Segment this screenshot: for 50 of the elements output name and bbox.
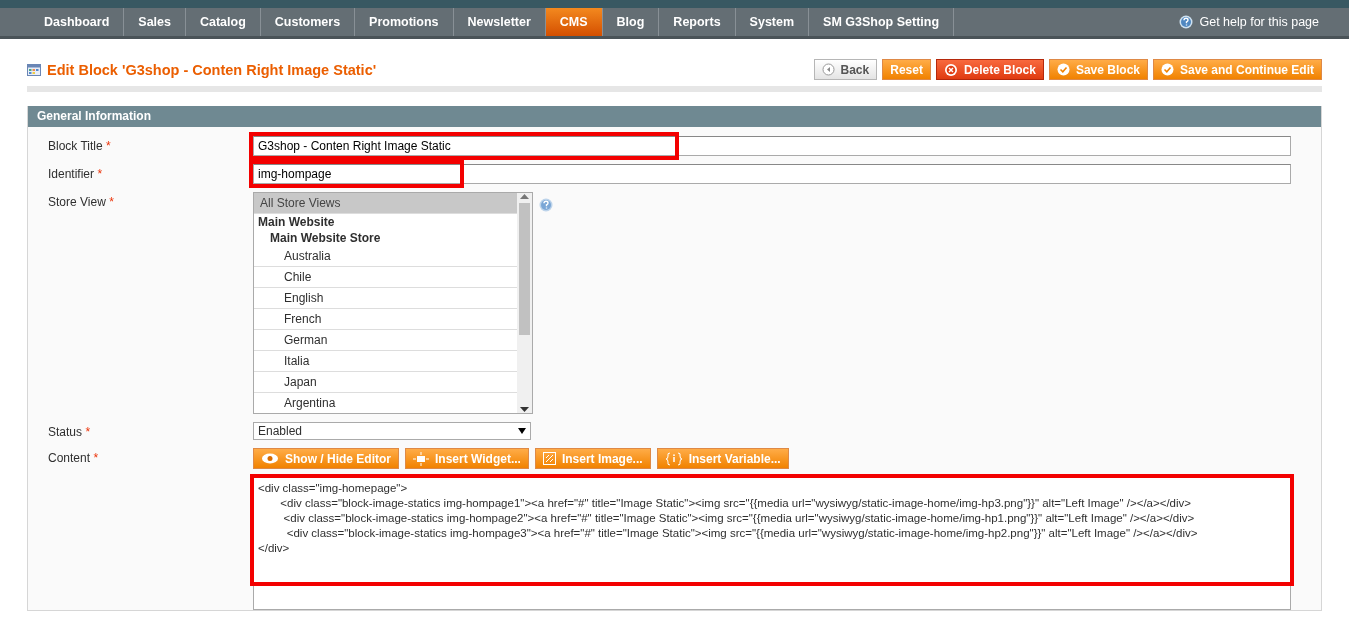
down-arrow-icon[interactable] bbox=[520, 407, 529, 413]
dropdown-arrow-icon bbox=[518, 428, 526, 434]
list-option[interactable]: Japan bbox=[254, 372, 517, 393]
image-icon bbox=[542, 452, 556, 465]
help-icon bbox=[1179, 15, 1194, 29]
field-label: Store View * bbox=[48, 194, 115, 209]
action-button[interactable]: Delete Block bbox=[935, 59, 1044, 80]
help-icon bbox=[539, 198, 553, 212]
store-view-list[interactable]: All Store Views Main Website Main Website Store Australia Chile English French German Italia Japan Argentina bbox=[253, 192, 533, 414]
braces-icon bbox=[664, 451, 683, 466]
section-header: General Information bbox=[28, 106, 1321, 127]
scrollbar[interactable] bbox=[517, 193, 532, 413]
up-arrow-icon[interactable] bbox=[520, 193, 529, 199]
menu-tab[interactable]: Customers bbox=[260, 8, 356, 36]
text-field[interactable]: img-hompage bbox=[253, 164, 1291, 184]
list-option[interactable]: English bbox=[254, 288, 517, 309]
field-label: Content * bbox=[48, 450, 100, 465]
widget-icon bbox=[413, 451, 429, 466]
list-option[interactable]: German bbox=[254, 330, 517, 351]
eye-icon bbox=[261, 453, 279, 464]
list-option[interactable]: Main Website Store bbox=[254, 230, 517, 246]
content-editor[interactable]: <div class="img-homepage"> <div class="block-image-statics img-hompage1"><a href="#" title="Image Static"><img src="{{media url="wysiwyg/static-image-home/img-hp3.png"}}" alt="Left Image" /></a></div> <div class="block-image-statics img-hompage2"><a href="#" title="Image Static"><img src="{{media url="wysiwyg/static-image-home/img-hp1.png"}}" alt="Left Image" /></a></div> <div class="block-image-statics img-hompage3"><a href="#" title="Image Static"><img src="{{media url="wysiwyg/static-image-home/img-hp2.png"}}" alt="Left Image" /></a></div> </div> bbox=[253, 477, 1291, 610]
menu-tab[interactable]: Sales bbox=[124, 8, 186, 36]
list-option[interactable]: Australia bbox=[254, 246, 517, 267]
menu-tab[interactable]: SM G3Shop Setting bbox=[809, 8, 955, 36]
menu-tab[interactable]: Promotions bbox=[355, 8, 454, 36]
field-label: Status * bbox=[48, 424, 92, 439]
field-label: Identifier * bbox=[48, 166, 104, 181]
list-option[interactable]: French bbox=[254, 309, 517, 330]
list-option[interactable]: All Store Views bbox=[254, 193, 517, 214]
menu-tab[interactable]: Catalog bbox=[185, 8, 261, 36]
status-select[interactable]: Enabled bbox=[253, 422, 531, 440]
menu-tab[interactable]: Newsletter bbox=[453, 8, 546, 36]
grid-icon bbox=[27, 63, 41, 76]
check-icon bbox=[1056, 63, 1070, 76]
list-option[interactable]: Italia bbox=[254, 351, 517, 372]
help-link[interactable]: Get help for this page bbox=[1199, 15, 1319, 29]
list-option[interactable]: Main Website bbox=[254, 214, 517, 230]
field-label: Block Title * bbox=[48, 138, 112, 153]
menu-tab[interactable]: System bbox=[735, 8, 810, 36]
menu-tab[interactable]: Reports bbox=[659, 8, 736, 36]
list-option[interactable]: Chile bbox=[254, 267, 517, 288]
menu-tab[interactable]: CMS bbox=[545, 8, 603, 36]
menu-tab[interactable]: Blog bbox=[602, 8, 660, 36]
check-icon bbox=[1161, 63, 1174, 76]
action-button[interactable]: Back bbox=[813, 59, 878, 80]
page-title: Edit Block 'G3shop - Conten Right Image Static' bbox=[47, 61, 377, 78]
close-icon bbox=[943, 62, 958, 77]
text-field[interactable]: G3shop - Conten Right Image Static bbox=[253, 136, 1291, 156]
menu-tab[interactable]: Dashboard bbox=[30, 8, 125, 36]
